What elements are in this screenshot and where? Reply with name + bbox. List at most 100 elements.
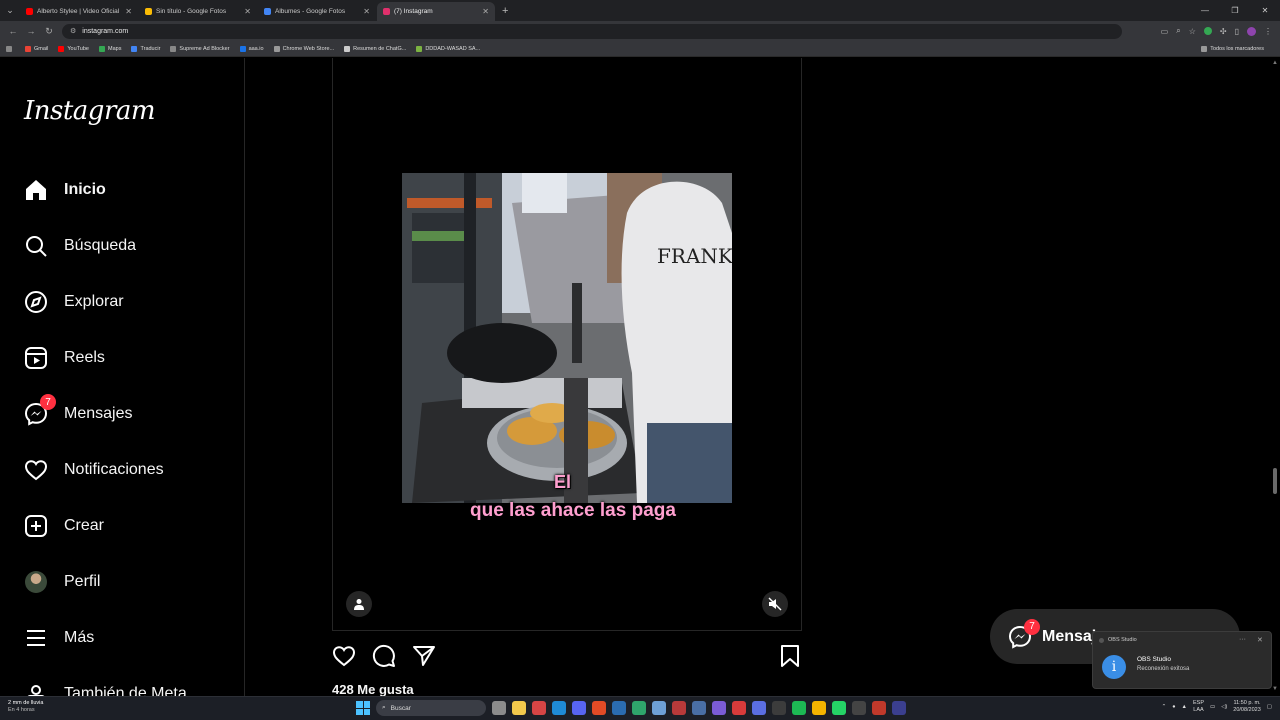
send-icon [413, 646, 435, 666]
likes-count[interactable]: 428 Me gusta [332, 682, 414, 696]
taskbar-search[interactable]: ⌕ Buscar [376, 700, 486, 716]
page-scrollbar[interactable]: ▲ ▼ [1270, 58, 1280, 696]
nav-inicio[interactable]: Inicio [24, 176, 106, 204]
app-icon[interactable] [752, 701, 766, 715]
bookmark-item[interactable]: DDDAD-WASAD SA... [416, 45, 480, 52]
obs-icon[interactable] [892, 701, 906, 715]
chrome-menu-icon[interactable]: ⋮ [1264, 27, 1272, 36]
nav-reels[interactable]: Reels [24, 344, 105, 372]
bookmark-item[interactable]: Chrome Web Store... [273, 45, 334, 52]
bookmark-item[interactable]: Traducir [131, 45, 160, 52]
edge-icon[interactable] [552, 701, 566, 715]
adobe-icon[interactable] [872, 701, 886, 715]
bookmark-item[interactable]: Gmail [25, 45, 48, 52]
apps-grid-icon[interactable] [6, 45, 15, 52]
clock[interactable]: 11:50 p. m. 20/08/2023 [1233, 700, 1261, 714]
mute-button[interactable] [762, 591, 788, 617]
extension-icon[interactable] [1203, 27, 1212, 35]
app-icon[interactable] [692, 701, 706, 715]
browser-tab[interactable]: Alberto Stylee | Video Oficial | ✕ [20, 2, 138, 21]
bookmark-item[interactable]: aaa.io [239, 45, 264, 52]
cast-icon[interactable]: ▭ [1161, 27, 1169, 36]
notification-close-icon[interactable]: ✕ [1257, 636, 1263, 644]
tray-overflow-icon[interactable]: ⌃ [1162, 704, 1167, 710]
whatsapp-icon[interactable] [832, 701, 846, 715]
app-icon[interactable] [712, 701, 726, 715]
bookmark-item[interactable]: YouTube [58, 45, 89, 52]
browser-tab[interactable]: Álbumes - Google Fotos ✕ [258, 2, 376, 21]
nav-notificaciones[interactable]: Notificaciones [24, 456, 164, 484]
zoom-icon[interactable]: ⌕ [1176, 26, 1180, 36]
app-icon[interactable] [632, 701, 646, 715]
all-bookmarks-link[interactable]: Todos los marcadores [1201, 45, 1264, 52]
scroll-down-arrow-icon[interactable]: ▼ [1272, 686, 1278, 692]
nav-mensajes[interactable]: 7 Mensajes [24, 394, 132, 428]
scroll-up-arrow-icon[interactable]: ▲ [1272, 60, 1278, 66]
nav-explorar[interactable]: Explorar [24, 288, 124, 316]
minimize-button[interactable]: — [1190, 6, 1220, 15]
tagged-user-button[interactable] [346, 591, 372, 617]
comment-button[interactable] [372, 644, 396, 673]
tab-title: (7) Instagram [394, 8, 433, 15]
address-bar[interactable]: ⚙ instagram.com [62, 23, 1122, 39]
site-info-icon[interactable]: ⚙ [70, 27, 76, 35]
network-icon[interactable]: ▭ [1210, 704, 1215, 710]
app-icon[interactable] [532, 701, 546, 715]
office-icon[interactable] [592, 701, 606, 715]
instagram-logo[interactable]: Instagram [24, 96, 156, 126]
windows-start-icon[interactable] [356, 701, 370, 715]
chrome-icon[interactable] [812, 701, 826, 715]
browser-tab[interactable]: (7) Instagram ✕ [377, 2, 495, 21]
spotify-icon[interactable] [792, 701, 806, 715]
bookmark-star-icon[interactable]: ☆ [1189, 27, 1196, 36]
like-button[interactable] [332, 644, 356, 673]
notification-body: Reconexión exitosa [1137, 666, 1190, 672]
new-tab-button[interactable]: + [496, 2, 514, 21]
heart-icon [24, 458, 48, 482]
maximize-button[interactable]: ❐ [1220, 6, 1250, 15]
tray-app-icon[interactable]: ▲ [1182, 704, 1187, 710]
notifications-icon[interactable]: ▢ [1267, 704, 1272, 710]
language-indicator[interactable]: ESP LAA [1193, 700, 1204, 714]
tab-close-icon[interactable]: ✕ [125, 7, 132, 16]
side-panel-icon[interactable]: ▯ [1235, 27, 1239, 36]
back-button[interactable]: ← [4, 26, 22, 36]
bookmark-item[interactable]: Supreme Ad Blocker [170, 45, 230, 52]
weather-widget[interactable]: 2 mm de lluvia En 4 horas [8, 700, 43, 714]
tab-close-icon[interactable]: ✕ [363, 7, 370, 16]
tab-close-icon[interactable]: ✕ [244, 7, 251, 16]
discord-icon[interactable] [572, 701, 586, 715]
app-icon[interactable] [852, 701, 866, 715]
bookmark-item[interactable]: Maps [99, 45, 121, 52]
close-window-button[interactable]: ✕ [1250, 6, 1280, 15]
app-icon[interactable] [732, 701, 746, 715]
profile-avatar[interactable] [1247, 26, 1256, 36]
steam-icon[interactable] [772, 701, 786, 715]
app-icon[interactable] [652, 701, 666, 715]
obs-notification[interactable]: OBS Studio ··· ✕ i OBS Studio Reconexión… [1092, 631, 1272, 689]
tab-search-icon[interactable]: ⌄ [0, 0, 20, 21]
volume-icon[interactable]: ◁) [1221, 704, 1227, 710]
tab-close-icon[interactable]: ✕ [482, 7, 489, 16]
scrollbar-thumb[interactable] [1273, 468, 1277, 494]
file-explorer-icon[interactable] [512, 701, 526, 715]
task-view-icon[interactable] [492, 701, 506, 715]
extensions-puzzle-icon[interactable]: ✣ [1220, 27, 1227, 36]
browser-tab[interactable]: Sin título - Google Fotos ✕ [139, 2, 257, 21]
nav-busqueda[interactable]: Búsqueda [24, 232, 136, 260]
share-button[interactable] [412, 644, 436, 673]
tray-app-icon[interactable]: ● [1172, 704, 1175, 710]
nav-perfil[interactable]: Perfil [24, 568, 100, 596]
forward-button[interactable]: → [22, 26, 40, 36]
app-icon[interactable] [672, 701, 686, 715]
nav-crear[interactable]: Crear [24, 512, 104, 540]
save-button[interactable] [778, 644, 802, 673]
notification-more-icon[interactable]: ··· [1239, 636, 1246, 643]
reload-button[interactable]: ↻ [40, 26, 58, 37]
outlook-icon[interactable] [612, 701, 626, 715]
nav-mas[interactable]: Más [24, 624, 94, 652]
bookmark-item[interactable]: Resumen de ChatG... [344, 45, 406, 52]
nav-tambien-de-meta[interactable]: También de Meta [24, 680, 187, 696]
weather-line2: En 4 horas [8, 707, 35, 713]
post-video[interactable]: FRANK [402, 173, 732, 503]
